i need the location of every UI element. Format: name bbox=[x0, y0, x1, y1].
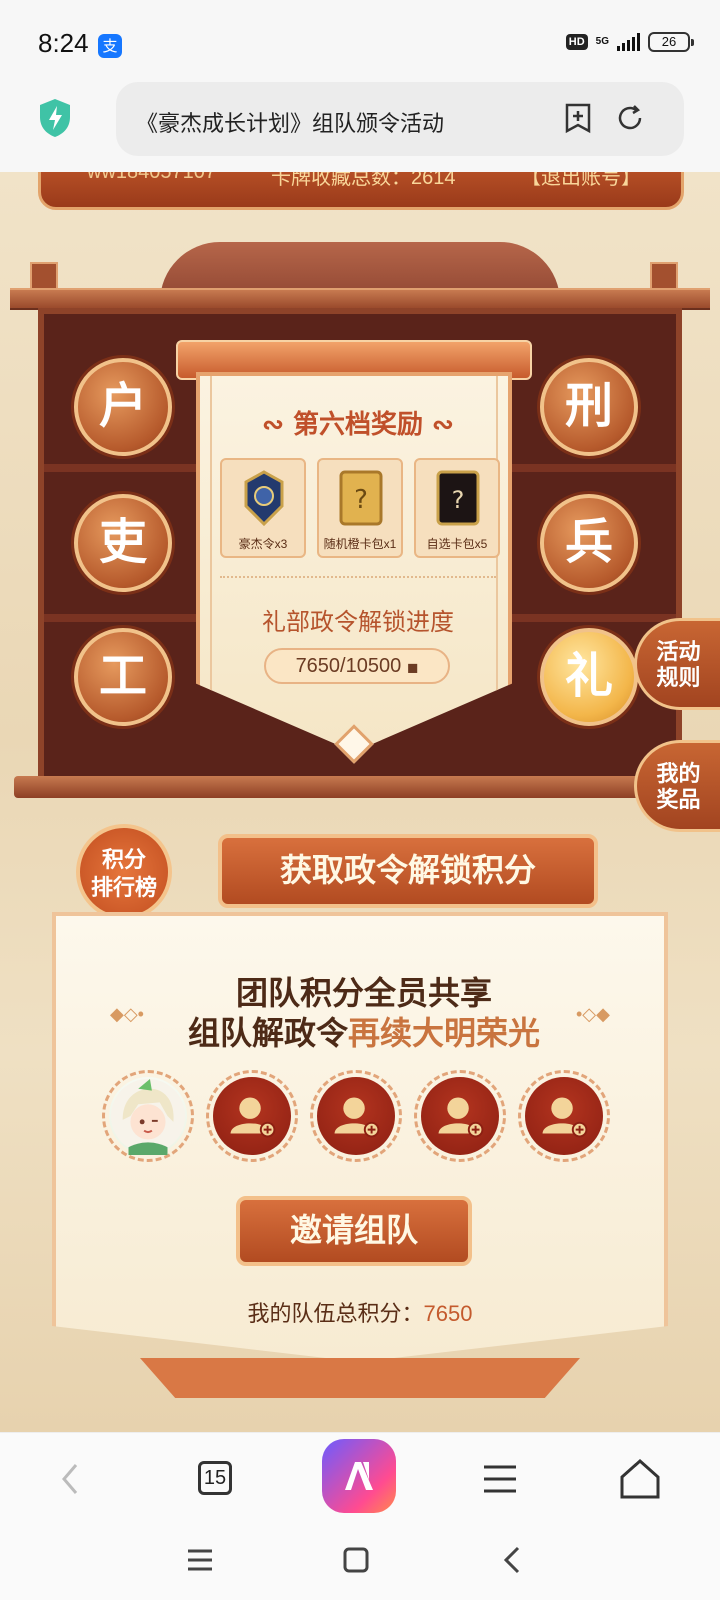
leaderboard-button[interactable]: 积分 排行榜 bbox=[76, 824, 172, 920]
get-points-button[interactable]: 获取政令解锁积分 bbox=[218, 834, 598, 908]
svg-text:?: ? bbox=[354, 485, 368, 515]
ministry-gong-button[interactable]: 工 bbox=[74, 628, 172, 726]
alipay-icon: 支 bbox=[98, 34, 122, 58]
member-slot-empty[interactable] bbox=[518, 1070, 610, 1162]
lock-icon: ◼ bbox=[406, 659, 419, 675]
home-icon[interactable] bbox=[614, 1453, 666, 1505]
page-title: 《豪杰成长计划》组队颁令活动 bbox=[136, 111, 445, 136]
status-time: 8:24 bbox=[38, 28, 89, 58]
logout-link[interactable]: 【退出账号】 bbox=[521, 172, 641, 190]
reward-scroll: ∾ 第六档奖励 ∾ 豪杰令x3 ? 随机橙卡包x1 ? 自选卡包x5 礼部政令解… bbox=[196, 372, 512, 752]
team-members bbox=[102, 1070, 610, 1162]
dark-card-icon: ? bbox=[436, 470, 480, 526]
ornament-left-icon: ◆◇• bbox=[110, 1004, 144, 1024]
add-member-icon bbox=[542, 1097, 588, 1138]
member-slot-empty[interactable] bbox=[206, 1070, 298, 1162]
add-member-icon bbox=[334, 1097, 380, 1138]
reward-item-label: 自选卡包x5 bbox=[426, 537, 488, 551]
avatar bbox=[110, 1078, 186, 1155]
reward-tier-title: ∾ 第六档奖励 ∾ bbox=[262, 410, 454, 440]
collection-count: 卡牌收藏总数：2614 bbox=[271, 172, 456, 189]
member-slot-empty[interactable] bbox=[310, 1070, 402, 1162]
ornament-right-icon: ∾ bbox=[423, 410, 454, 440]
ornament-left-icon: ∾ bbox=[262, 410, 293, 440]
team-score-value: 7650 bbox=[423, 1301, 473, 1326]
ai-assistant-button[interactable] bbox=[322, 1439, 396, 1513]
tabs-button[interactable]: 15 bbox=[198, 1461, 232, 1495]
activity-rules-button[interactable]: 活动 规则 bbox=[634, 618, 720, 710]
menu-icon[interactable] bbox=[474, 1453, 526, 1505]
team-score: 我的队伍总积分：7650 bbox=[0, 1296, 720, 1328]
unlock-progress-title: 礼部政令解锁进度 bbox=[262, 608, 454, 636]
reward-item-label: 豪杰令x3 bbox=[238, 537, 288, 551]
my-prizes-button[interactable]: 我的 奖品 bbox=[634, 740, 720, 832]
svg-text:?: ? bbox=[452, 486, 465, 514]
invite-team-button[interactable]: 邀请组队 bbox=[236, 1196, 472, 1266]
reward-item-label: 随机橙卡包x1 bbox=[323, 537, 397, 551]
member-avatar-self[interactable] bbox=[102, 1070, 194, 1162]
cabinet-base bbox=[14, 776, 706, 798]
status-bar: 8:24 支 HD 5G 26 bbox=[0, 0, 720, 80]
back-icon[interactable] bbox=[44, 1453, 96, 1505]
cabinet-roof bbox=[10, 288, 710, 310]
team-score-label: 我的队伍总积分： bbox=[247, 1301, 424, 1326]
recents-icon[interactable] bbox=[182, 1542, 218, 1578]
signal-icon bbox=[617, 33, 640, 51]
ministry-xing-button[interactable]: 刑 bbox=[540, 358, 638, 456]
battery-icon: 26 bbox=[648, 32, 694, 52]
unlock-progress: 7650/10500 ◼ bbox=[264, 648, 450, 684]
ornament-right-icon: •◇◆ bbox=[576, 1004, 610, 1024]
browser-bottom-nav: 15 bbox=[0, 1432, 720, 1524]
account-banner: ww184057107 卡牌收藏总数：2614 【退出账号】 bbox=[38, 172, 684, 210]
token-icon bbox=[244, 470, 284, 526]
reward-item[interactable]: 豪杰令x3 bbox=[220, 458, 306, 558]
reward-item[interactable]: ? 随机橙卡包x1 bbox=[317, 458, 403, 558]
status-right: HD 5G 26 bbox=[565, 32, 694, 52]
mystery-card-icon: ? bbox=[339, 470, 383, 526]
reward-item[interactable]: ? 自选卡包x5 bbox=[414, 458, 500, 558]
member-slot-empty[interactable] bbox=[414, 1070, 506, 1162]
system-nav-bar bbox=[0, 1524, 720, 1600]
activity-page: ww184057107 卡牌收藏总数：2614 【退出账号】 户 吏 工 刑 兵… bbox=[0, 172, 720, 1432]
security-shield-icon[interactable] bbox=[38, 98, 72, 138]
ministry-li-official-button[interactable]: 吏 bbox=[74, 494, 172, 592]
home-system-icon[interactable] bbox=[338, 1542, 374, 1578]
hd-badge: HD bbox=[565, 34, 588, 50]
ministry-bing-button[interactable]: 兵 bbox=[540, 494, 638, 592]
address-bar[interactable]: 《豪杰成长计划》组队颁令活动 bbox=[116, 82, 684, 156]
divider bbox=[220, 576, 496, 578]
ministry-li-rites-button[interactable]: 礼 bbox=[540, 628, 638, 726]
account-id: ww184057107 bbox=[87, 172, 216, 183]
refresh-icon[interactable] bbox=[614, 102, 646, 134]
add-member-icon bbox=[230, 1097, 276, 1138]
bookmark-add-icon[interactable] bbox=[562, 102, 594, 134]
back-system-icon[interactable] bbox=[496, 1542, 532, 1578]
reward-items: 豪杰令x3 ? 随机橙卡包x1 ? 自选卡包x5 bbox=[220, 458, 500, 558]
add-member-icon bbox=[438, 1097, 484, 1138]
ai-logo-icon bbox=[345, 1462, 373, 1490]
progress-text: 7650/10500 bbox=[295, 655, 402, 677]
panel-footer-ribbon bbox=[140, 1358, 580, 1398]
ministry-hu-button[interactable]: 户 bbox=[74, 358, 172, 456]
network-label: 5G bbox=[595, 36, 609, 47]
browser-address-area: 《豪杰成长计划》组队颁令活动 bbox=[0, 80, 720, 172]
